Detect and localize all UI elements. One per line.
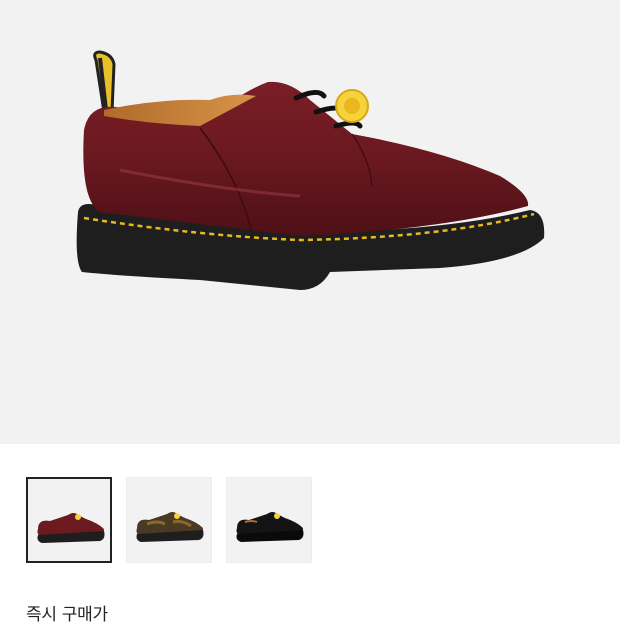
- shoe-burgundy-thumbnail-image: [37, 513, 105, 543]
- shoe-brown-camo-thumbnail-image: [136, 512, 204, 542]
- thumbnail-brown-camo[interactable]: [126, 477, 212, 563]
- product-main-image[interactable]: [0, 0, 620, 444]
- shoe-black-thumbnail-image: [236, 512, 304, 542]
- shoe-burgundy-main-illustration: [76, 50, 545, 290]
- instant-buy-price-label: 즉시 구매가: [26, 605, 108, 625]
- thumbnail-burgundy[interactable]: [26, 477, 112, 563]
- thumbnail-list: [26, 477, 312, 563]
- thumbnail-black[interactable]: [226, 477, 312, 563]
